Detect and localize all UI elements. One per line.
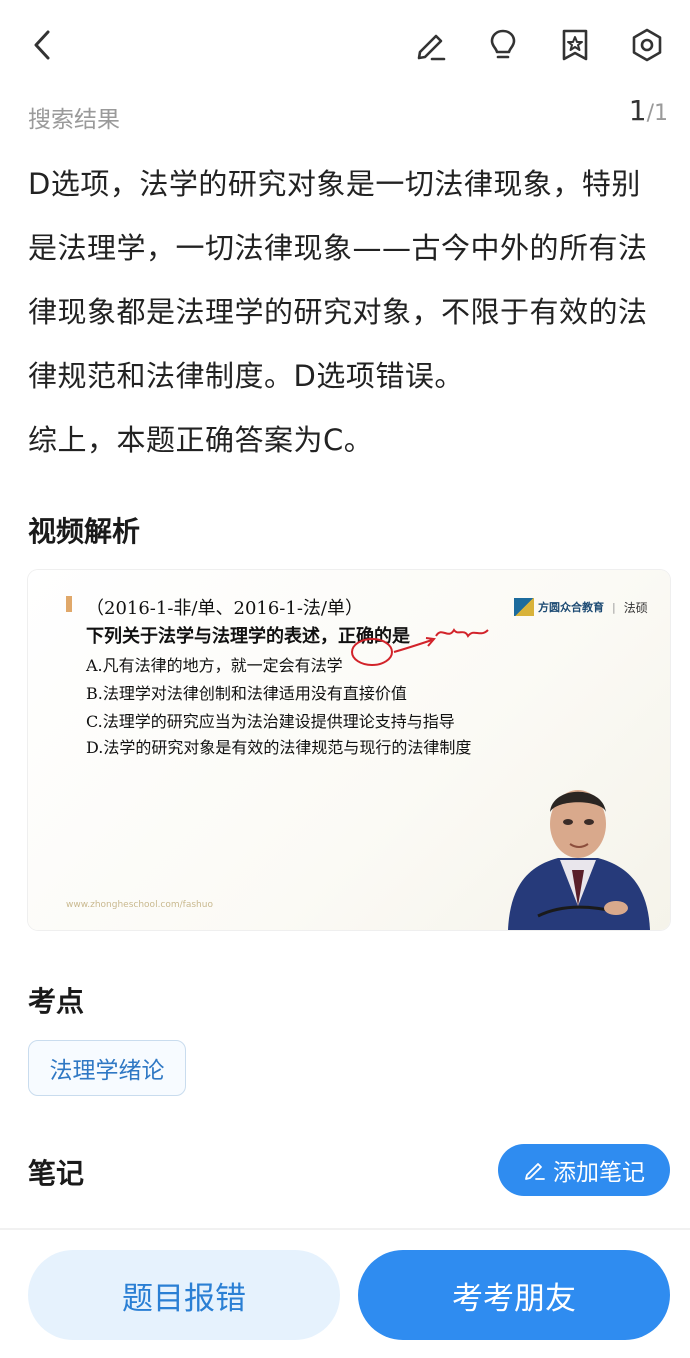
explanation-text: D选项，法学的研究对象是一切法律现象，特别是法理学，一切法律现象——古今中外的所… — [28, 152, 664, 472]
video-section-title: 视频解析 — [28, 515, 141, 548]
page-indicator: 1/1 — [629, 94, 668, 127]
slide-marker — [66, 596, 72, 612]
knowledge-point-tag[interactable]: 法理学绪论 — [28, 1040, 186, 1096]
report-error-button[interactable]: 题目报错 — [28, 1250, 340, 1340]
slide-question-source: （2016-1-非/单、2016-1-法/单） — [86, 598, 363, 619]
add-note-label: 添加笔记 — [553, 1160, 645, 1186]
lightbulb-icon — [490, 29, 516, 59]
footer-divider — [0, 1228, 690, 1230]
logo-text: 方圆众合教育 — [538, 601, 604, 614]
slide-option: D.法学的研究对象是有效的法律规范与现行的法律制度 — [86, 738, 472, 757]
slide-option: A.凡有法律的地方，就一定会有法学 — [86, 656, 343, 675]
explanation-paragraph: 综上，本题正确答案为C。 — [28, 423, 374, 457]
top-bar — [0, 0, 690, 90]
slide-url: www.zhongheschool.com/fashuo — [66, 900, 213, 910]
pencil-icon — [525, 1163, 545, 1180]
page-current: 1 — [628, 94, 647, 127]
logo-sub: 法硕 — [623, 600, 648, 615]
add-note-button[interactable]: 添加笔记 — [498, 1144, 670, 1196]
slide-option: B.法理学对法律创制和法律适用没有直接价值 — [86, 684, 407, 703]
edit-icon — [417, 34, 446, 61]
breadcrumb: 搜索结果 — [28, 107, 120, 133]
slide-logo: 方圆众合教育 | 法硕 — [514, 598, 648, 616]
settings-button[interactable] — [624, 22, 670, 68]
back-button[interactable] — [20, 22, 66, 68]
quiz-friend-button[interactable]: 考考朋友 — [358, 1250, 670, 1340]
bookmark-star-icon — [562, 29, 588, 61]
notes-title: 笔记 — [28, 1157, 85, 1190]
slide-option: C.法理学的研究应当为法治建设提供理论支持与指导 — [86, 712, 455, 731]
video-player[interactable]: （2016-1-非/单、2016-1-法/单） 下列关于法学与法理学的表述，正确… — [28, 570, 670, 930]
back-icon — [34, 30, 50, 60]
hint-button[interactable] — [480, 22, 526, 68]
handwritten-annotation-icon — [351, 628, 489, 666]
edit-button[interactable] — [408, 22, 454, 68]
video-slide: （2016-1-非/单、2016-1-法/单） 下列关于法学与法理学的表述，正确… — [28, 570, 670, 930]
page-total: /1 — [646, 101, 668, 126]
favorite-button[interactable] — [552, 22, 598, 68]
lecturer-image — [508, 790, 650, 930]
explanation-paragraph: D选项，法学的研究对象是一切法律现象，特别是法理学，一切法律现象——古今中外的所… — [28, 167, 648, 393]
subheader: 搜索结果 1/1 — [28, 94, 668, 133]
brand-mark-icon — [514, 598, 534, 616]
settings-icon — [632, 28, 662, 62]
knowledge-point-title: 考点 — [28, 985, 85, 1018]
